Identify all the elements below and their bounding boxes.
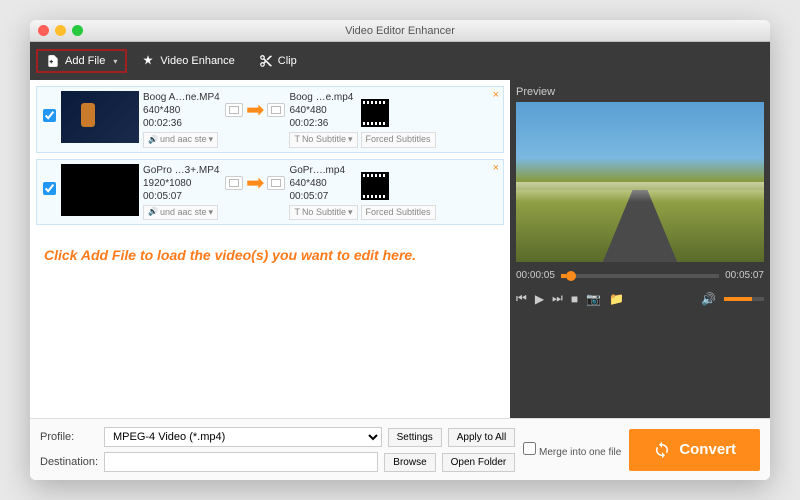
convert-label: Convert	[679, 441, 736, 458]
file-list: Boog A…ne.MP4 640*480 00:02:36 🔊und aac …	[36, 86, 504, 412]
remove-row-button[interactable]: ×	[493, 162, 499, 174]
format-box-icon	[267, 176, 285, 190]
convert-button[interactable]: Convert	[629, 429, 760, 471]
play-button[interactable]: ▶	[535, 292, 544, 306]
row-checkbox[interactable]	[43, 182, 56, 195]
video-enhance-button[interactable]: Video Enhance	[131, 49, 244, 73]
arrow-right-icon: ➡	[246, 99, 264, 121]
merge-checkbox-label[interactable]: Merge into one file	[523, 447, 621, 458]
enhance-icon	[141, 54, 155, 68]
scissors-icon	[259, 54, 273, 68]
video-enhance-label: Video Enhance	[160, 55, 234, 67]
source-duration: 00:02:36	[143, 117, 221, 130]
profile-select[interactable]: MPEG-4 Video (*.mp4)	[104, 427, 382, 447]
output-resolution: 640*480	[289, 104, 357, 117]
chevron-down-icon: ▾	[113, 57, 117, 66]
add-file-hint: Click Add File to load the video(s) you …	[36, 231, 504, 279]
row-checkbox-wrap	[41, 164, 57, 195]
file-row[interactable]: Boog A…ne.MP4 640*480 00:02:36 🔊und aac …	[36, 86, 504, 153]
next-button[interactable]: ⏭	[552, 291, 563, 306]
progress-slider[interactable]	[561, 274, 719, 278]
timeline: 00:00:05 00:05:07	[516, 270, 764, 281]
main-area: Boog A…ne.MP4 640*480 00:02:36 🔊und aac …	[30, 80, 770, 418]
speaker-icon: 🔊	[148, 135, 158, 145]
clip-button[interactable]: Clip	[249, 49, 307, 73]
merge-checkbox[interactable]	[523, 442, 536, 455]
window-title: Video Editor Enhancer	[30, 25, 770, 37]
arrow-right-icon: ➡	[246, 172, 264, 194]
destination-label: Destination:	[40, 456, 98, 468]
folder-button[interactable]: 📁	[609, 292, 624, 306]
output-filename: GoPr….mp4	[289, 164, 357, 177]
source-info: GoPro …3+.MP4 1920*1080 00:05:07 🔊und aa…	[143, 164, 221, 221]
speaker-icon: 🔊	[148, 207, 158, 217]
playback-controls: ⏮ ▶ ⏭ ■ 📷 📁 🔊	[516, 291, 764, 306]
output-format-icon[interactable]	[361, 172, 389, 200]
output-format-icon[interactable]	[361, 99, 389, 127]
source-resolution: 1920*1080	[143, 177, 221, 190]
output-filename: Boog …e.mp4	[289, 91, 357, 104]
source-filename: Boog A…ne.MP4	[143, 91, 221, 104]
volume-icon[interactable]: 🔊	[701, 292, 716, 306]
convert-icon	[653, 441, 671, 459]
current-time: 00:00:05	[516, 270, 555, 281]
toolbar: Add File ▾ Video Enhance Clip	[30, 42, 770, 80]
format-box-icon	[267, 103, 285, 117]
subtitle-select[interactable]: TNo Subtitle▾	[289, 205, 357, 221]
row-checkbox-wrap	[41, 91, 57, 122]
preview-label: Preview	[516, 86, 764, 98]
row-checkbox[interactable]	[43, 109, 56, 122]
text-icon: T	[294, 134, 300, 146]
source-duration: 00:05:07	[143, 190, 221, 203]
source-info: Boog A…ne.MP4 640*480 00:02:36 🔊und aac …	[143, 91, 221, 148]
open-folder-button[interactable]: Open Folder	[442, 453, 516, 472]
volume-slider[interactable]	[724, 297, 764, 301]
app-window: Video Editor Enhancer Add File ▾ Video E…	[30, 20, 770, 480]
format-box-icon	[225, 103, 243, 117]
source-resolution: 640*480	[143, 104, 221, 117]
profile-label: Profile:	[40, 431, 98, 443]
clip-label: Clip	[278, 55, 297, 67]
snapshot-button[interactable]: 📷	[586, 292, 601, 306]
remove-row-button[interactable]: ×	[493, 89, 499, 101]
apply-all-button[interactable]: Apply to All	[448, 428, 515, 447]
bottom-bar: Profile: MPEG-4 Video (*.mp4) Settings A…	[30, 418, 770, 480]
source-filename: GoPro …3+.MP4	[143, 164, 221, 177]
add-file-label: Add File	[65, 55, 105, 67]
output-duration: 00:05:07	[289, 190, 357, 203]
output-resolution: 640*480	[289, 177, 357, 190]
output-duration: 00:02:36	[289, 117, 357, 130]
left-panel: Boog A…ne.MP4 640*480 00:02:36 🔊und aac …	[30, 80, 510, 418]
file-row[interactable]: GoPro …3+.MP4 1920*1080 00:05:07 🔊und aa…	[36, 159, 504, 226]
stop-button[interactable]: ■	[571, 292, 578, 306]
prev-button[interactable]: ⏮	[516, 291, 527, 306]
conversion-arrow: ➡	[225, 91, 285, 121]
text-icon: T	[294, 207, 300, 219]
audio-track-select[interactable]: 🔊und aac ste▾	[143, 205, 218, 221]
video-thumbnail[interactable]	[61, 91, 139, 143]
video-thumbnail[interactable]	[61, 164, 139, 216]
settings-button[interactable]: Settings	[388, 428, 442, 447]
conversion-arrow: ➡	[225, 164, 285, 194]
forced-subtitles-checkbox[interactable]: Forced Subtitles	[361, 132, 436, 148]
output-info: Boog …e.mp4 640*480 00:02:36 TNo Subtitl…	[289, 91, 357, 148]
preview-panel: Preview 00:00:05 00:05:07 ⏮ ▶ ⏭ ■ 📷 📁 🔊	[510, 80, 770, 418]
subtitle-select[interactable]: TNo Subtitle▾	[289, 132, 357, 148]
total-time: 00:05:07	[725, 270, 764, 281]
add-file-button[interactable]: Add File ▾	[36, 49, 127, 73]
browse-button[interactable]: Browse	[384, 453, 435, 472]
forced-subtitles-checkbox[interactable]: Forced Subtitles	[361, 205, 436, 221]
preview-video[interactable]	[516, 102, 764, 262]
output-info: GoPr….mp4 640*480 00:05:07 TNo Subtitle▾…	[289, 164, 357, 221]
audio-track-select[interactable]: 🔊und aac ste▾	[143, 132, 218, 148]
add-file-icon	[46, 54, 60, 68]
destination-input[interactable]	[104, 452, 378, 472]
titlebar: Video Editor Enhancer	[30, 20, 770, 42]
format-box-icon	[225, 176, 243, 190]
merge-option: Merge into one file	[523, 442, 621, 458]
